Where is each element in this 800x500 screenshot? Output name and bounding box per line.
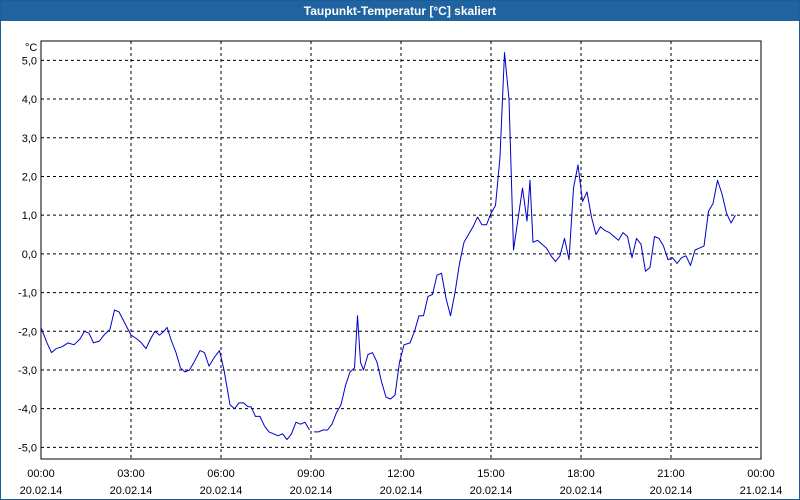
- x-axis: 00:00 20.02.14 03:00 20.02.14 06:00 20.02.14 0…: [20, 468, 783, 497]
- x-tick-date-label: 20.02.14: [650, 485, 693, 497]
- y-tick-label: 5,0: [22, 55, 37, 67]
- x-tick-time-label: 21:00: [657, 468, 685, 480]
- series-layer: [40, 52, 736, 441]
- x-tick-date-label: 20.02.14: [110, 485, 153, 497]
- y-tick-label: -3,0: [18, 365, 37, 377]
- y-tick-label: 0,0: [22, 249, 37, 261]
- x-tick-time-label: 12:00: [387, 468, 415, 480]
- x-tick-date-label: 20.02.14: [200, 485, 243, 497]
- y-unit-label: °C: [25, 42, 37, 54]
- y-tick-label: -4,0: [18, 404, 37, 416]
- x-tick-date-label: 20.02.14: [290, 485, 333, 497]
- y-tick-label: -5,0: [18, 442, 37, 454]
- x-tick-date-label: 20.02.14: [560, 485, 603, 497]
- x-tick-time-label: 06:00: [207, 468, 235, 480]
- y-axis: 5,0 4,0 3,0 2,0 1,0 0,0 -1,0 -2,0 -3,0 -4,0 -5,0: [18, 55, 37, 454]
- y-tick-label: 1,0: [22, 210, 37, 222]
- x-tick-time-label: 09:00: [297, 468, 325, 480]
- x-tick-date-label: 21.02.14: [740, 485, 783, 497]
- x-tick-time-label: 18:00: [567, 468, 595, 480]
- chart-window: Taupunkt-Temperatur [°C] skaliert 5,0 4,0…: [0, 0, 800, 500]
- series-line: [314, 52, 736, 433]
- line-chart: 5,0 4,0 3,0 2,0 1,0 0,0 -1,0 -2,0 -3,0 -4,0 -5,0 0…: [18, 40, 783, 497]
- x-tick-date-label: 20.02.14: [470, 485, 513, 497]
- x-tick-time-label: 15:00: [477, 468, 505, 480]
- y-tick-label: 2,0: [22, 171, 37, 183]
- x-tick-date-label: 20.02.14: [20, 485, 63, 497]
- y-tick-label: 3,0: [22, 133, 37, 145]
- x-tick-date-label: 20.02.14: [380, 485, 423, 497]
- y-tick-label: -1,0: [18, 288, 37, 300]
- x-tick-time-label: 03:00: [117, 468, 145, 480]
- y-tick-label: -2,0: [18, 326, 37, 338]
- x-tick-time-label: 00:00: [27, 468, 55, 480]
- y-tick-label: 4,0: [22, 94, 37, 106]
- series-line: [40, 309, 310, 441]
- window-title: Taupunkt-Temperatur [°C] skaliert: [1, 1, 799, 21]
- x-tick-time-label: 00:00: [747, 468, 775, 480]
